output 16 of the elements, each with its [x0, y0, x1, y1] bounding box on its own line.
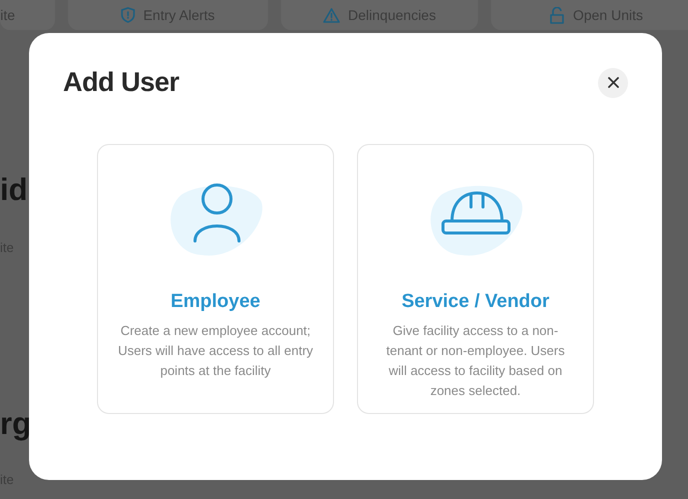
- facility-name: id: [0, 172, 29, 208]
- close-button[interactable]: [598, 68, 628, 98]
- option-description: Give facility access to a non-tenant or non-employee. Users will access to facility based on zones selected.: [385, 322, 566, 400]
- option-title: Service / Vendor: [402, 290, 550, 314]
- option-description: Create a new employee account; Users will have access to all entry points at the facility: [116, 322, 314, 380]
- warning-icon: [323, 8, 340, 22]
- option-title: Employee: [170, 290, 260, 314]
- user-type-card[interactable]: Employee Create a new employee account; Users will have access to all entry points at the facility: [97, 144, 334, 414]
- unlocked-padlock-icon: [548, 6, 565, 24]
- hard-hat-icon: [441, 192, 510, 234]
- user-type-card[interactable]: Service / Vendor Give facility access to a non-tenant or non-employee. Users will access to facility based on zones selected.: [357, 144, 594, 414]
- shield-icon: [121, 7, 136, 23]
- dialog-title: Add User: [63, 67, 180, 98]
- facility-name: rg: [0, 406, 32, 442]
- close-icon: [608, 77, 618, 88]
- person-icon: [193, 184, 240, 242]
